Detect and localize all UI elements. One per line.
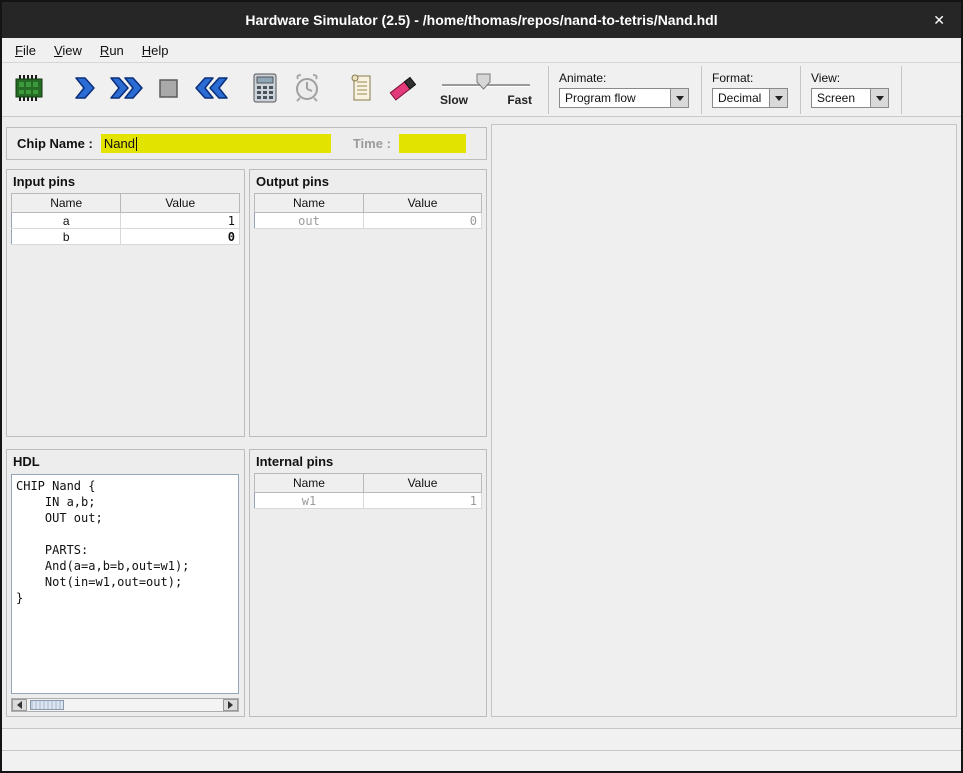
hdl-code: CHIP Nand { IN a,b; OUT out; PARTS: And(… (12, 475, 238, 609)
status-bar-bottom (2, 750, 961, 771)
chip-header-panel: Chip Name : Nand Time : (6, 127, 487, 160)
column-header-value: Value (363, 474, 481, 493)
script-button[interactable] (340, 68, 382, 112)
breakpoint-eraser-icon (387, 73, 419, 106)
table-row: w1 1 (255, 493, 482, 509)
menu-file[interactable]: File (6, 40, 45, 61)
format-label: Format: (712, 71, 788, 85)
chevron-down-icon (876, 96, 884, 101)
input-pins-title: Input pins (7, 170, 244, 191)
time-label: Time : (353, 136, 391, 151)
chevron-down-icon (676, 96, 684, 101)
animate-value: Program flow (560, 89, 670, 107)
pin-name: w1 (255, 493, 364, 509)
column-header-value: Value (121, 194, 240, 213)
breakpoint-button[interactable] (382, 68, 424, 112)
run-icon (109, 75, 145, 104)
speed-slider-group: Slow Fast (440, 73, 532, 107)
script-icon (346, 72, 376, 107)
reset-button[interactable] (190, 68, 232, 112)
format-value: Decimal (713, 89, 769, 107)
load-chip-button[interactable] (8, 68, 50, 112)
close-icon[interactable]: ✕ (933, 11, 945, 29)
internal-pins-title: Internal pins (250, 450, 486, 471)
time-input[interactable] (399, 134, 466, 153)
run-button[interactable] (106, 68, 148, 112)
menu-run[interactable]: Run (91, 40, 133, 61)
clock-button[interactable] (286, 68, 328, 112)
hdl-panel: HDL CHIP Nand { IN a,b; OUT out; PARTS: … (6, 449, 245, 717)
scrollbar-thumb[interactable] (30, 700, 64, 710)
pin-value: 0 (363, 213, 481, 229)
slider-thumb-icon[interactable] (476, 73, 491, 95)
stop-icon (156, 75, 182, 104)
format-dropdown-button[interactable] (769, 89, 787, 107)
internal-pins-panel: Internal pins Name Value w1 1 (249, 449, 487, 717)
input-pins-table: Name Value a 1 b 0 (11, 193, 240, 245)
calculator-button[interactable] (244, 68, 286, 112)
clock-icon (292, 72, 322, 107)
status-bar-top (2, 728, 961, 750)
hardware-simulator-window: Hardware Simulator (2.5) - /home/thomas/… (0, 0, 963, 773)
internal-pins-table: Name Value w1 1 (254, 473, 482, 509)
animate-label: Animate: (559, 71, 689, 85)
output-pins-table: Name Value out 0 (254, 193, 482, 229)
stop-button[interactable] (148, 68, 190, 112)
single-step-icon (72, 75, 98, 104)
pin-name: out (255, 213, 364, 229)
column-header-name: Name (12, 194, 121, 213)
speed-slider[interactable] (440, 73, 532, 93)
view-select[interactable]: Screen (811, 88, 889, 108)
reset-icon (193, 75, 229, 104)
slow-label: Slow (440, 93, 468, 107)
pin-value[interactable]: 0 (121, 229, 240, 245)
output-pins-panel: Output pins Name Value out 0 (249, 169, 487, 437)
hdl-code-area: CHIP Nand { IN a,b; OUT out; PARTS: And(… (11, 474, 239, 694)
column-header-name: Name (255, 474, 364, 493)
window-title: Hardware Simulator (2.5) - /home/thomas/… (245, 12, 717, 28)
pin-value[interactable]: 1 (121, 213, 240, 229)
text-caret (136, 137, 137, 151)
view-value: Screen (812, 89, 870, 107)
scroll-left-button[interactable] (12, 699, 27, 711)
view-group: View: Screen (800, 66, 902, 114)
column-header-name: Name (255, 194, 364, 213)
chip-name-label: Chip Name : (17, 136, 93, 151)
format-select[interactable]: Decimal (712, 88, 788, 108)
chip-name-text: Nand (104, 136, 135, 151)
output-pins-title: Output pins (250, 170, 486, 191)
pin-name: b (12, 229, 121, 245)
table-row: a 1 (12, 213, 240, 229)
animate-select[interactable]: Program flow (559, 88, 689, 108)
view-label: View: (811, 71, 889, 85)
chip-name-input[interactable]: Nand (101, 134, 331, 153)
menu-help[interactable]: Help (133, 40, 178, 61)
column-header-value: Value (363, 194, 481, 213)
toolbar: Slow Fast Animate: Program flow Format: … (2, 63, 961, 117)
format-group: Format: Decimal (701, 66, 800, 114)
hdl-horizontal-scrollbar[interactable] (11, 698, 239, 712)
calculator-icon (250, 72, 280, 107)
pin-value: 1 (363, 493, 481, 509)
slider-labels: Slow Fast (440, 93, 532, 107)
single-step-button[interactable] (64, 68, 106, 112)
chevron-down-icon (775, 96, 783, 101)
hdl-title: HDL (7, 450, 244, 471)
menubar: File View Run Help (2, 38, 961, 63)
menu-view[interactable]: View (45, 40, 91, 61)
arrow-right-icon (228, 701, 233, 709)
pin-name: a (12, 213, 121, 229)
view-dropdown-button[interactable] (870, 89, 888, 107)
screen-view-panel (491, 124, 957, 717)
table-row: b 0 (12, 229, 240, 245)
arrow-left-icon (17, 701, 22, 709)
animate-group: Animate: Program flow (548, 66, 701, 114)
fast-label: Fast (507, 93, 532, 107)
titlebar: Hardware Simulator (2.5) - /home/thomas/… (2, 2, 961, 38)
table-row: out 0 (255, 213, 482, 229)
load-chip-icon (13, 73, 45, 106)
animate-dropdown-button[interactable] (670, 89, 688, 107)
scroll-right-button[interactable] (223, 699, 238, 711)
input-pins-panel: Input pins Name Value a 1 b 0 (6, 169, 245, 437)
